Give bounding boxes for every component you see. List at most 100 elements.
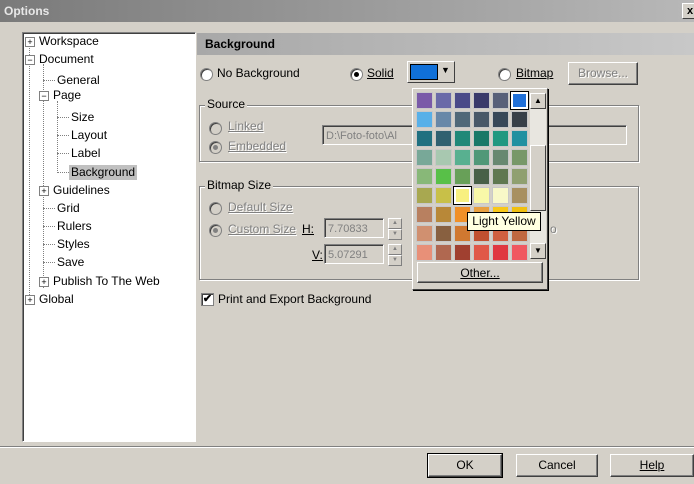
other-color-button[interactable]: Other... [417,262,543,283]
color-swatch[interactable] [511,187,528,204]
tree-item-save[interactable]: Save [57,255,84,270]
palette-scrollbar[interactable]: ▲ ▼ [530,93,546,259]
color-swatch[interactable] [473,244,490,261]
color-swatch[interactable] [511,244,528,261]
tree-item-rulers[interactable]: Rulers [57,219,92,234]
collapse-icon[interactable]: − [39,91,49,101]
color-swatch[interactable] [511,168,528,185]
no-background-radio[interactable] [200,68,213,81]
no-background-label[interactable]: No Background [217,66,300,80]
color-swatch[interactable] [510,91,529,110]
tree-item-background[interactable]: Background [69,165,138,180]
default-size-label[interactable]: Default Size [228,200,293,214]
color-swatch[interactable] [435,187,452,204]
ok-button[interactable]: OK [427,453,503,478]
color-swatch[interactable] [435,225,452,242]
scroll-thumb[interactable] [530,145,546,211]
tree-item-styles[interactable]: Styles [57,237,90,252]
color-swatch[interactable] [454,130,471,147]
embedded-radio[interactable] [209,141,222,154]
tree-item-size[interactable]: Size [71,110,94,125]
color-swatch[interactable] [473,111,490,128]
browse-button[interactable]: Browse... [568,62,638,85]
color-swatch[interactable] [416,187,433,204]
linked-radio[interactable] [209,122,222,135]
color-swatch[interactable] [454,111,471,128]
tree-item-label[interactable]: Label [71,146,100,161]
help-button[interactable]: Help [610,454,694,477]
color-swatch[interactable] [492,111,509,128]
color-swatch[interactable] [435,206,452,223]
color-swatch[interactable] [492,187,509,204]
color-swatch[interactable] [416,111,433,128]
color-swatch[interactable] [435,149,452,166]
tree-item-workspace[interactable]: Workspace [39,34,99,49]
solid-label[interactable]: Solid [367,66,394,80]
height-spinner[interactable]: ▲ ▼ [388,218,402,240]
color-swatch[interactable] [416,225,433,242]
color-swatch[interactable] [473,92,490,109]
color-swatch[interactable] [511,130,528,147]
color-swatch[interactable] [416,92,433,109]
cancel-button[interactable]: Cancel [516,454,598,477]
expand-icon[interactable]: + [39,277,49,287]
color-swatch[interactable] [435,168,452,185]
color-swatch[interactable] [473,149,490,166]
tree-item-page[interactable]: Page [53,88,81,103]
color-swatch[interactable] [473,168,490,185]
solid-radio[interactable] [350,68,363,81]
expand-icon[interactable]: + [25,295,35,305]
color-swatch[interactable] [416,149,433,166]
color-swatch[interactable] [473,187,490,204]
tree-item-document[interactable]: Document [39,52,94,67]
color-swatch[interactable] [454,149,471,166]
bitmap-label[interactable]: Bitmap [516,66,553,80]
color-palette-popup[interactable]: ▲ ▼ Other... [412,88,548,290]
color-swatch[interactable] [454,92,471,109]
height-field[interactable]: 7.70833 [324,218,384,238]
color-swatch[interactable] [454,244,471,261]
color-swatch[interactable] [416,168,433,185]
color-swatch[interactable] [492,149,509,166]
color-swatch[interactable] [492,244,509,261]
color-swatch[interactable] [435,111,452,128]
width-spinner[interactable]: ▲ ▼ [388,244,402,266]
color-swatch[interactable] [492,92,509,109]
color-swatch[interactable] [416,206,433,223]
tree-item-layout[interactable]: Layout [71,128,107,143]
color-swatch[interactable] [416,244,433,261]
collapse-icon[interactable]: − [25,55,35,65]
expand-icon[interactable]: + [39,186,49,196]
color-swatch[interactable] [416,130,433,147]
linked-label[interactable]: Linked [228,119,263,133]
color-swatch[interactable] [453,186,472,205]
custom-size-label[interactable]: Custom Size [228,222,296,236]
color-swatch[interactable] [511,149,528,166]
bitmap-radio[interactable] [498,68,511,81]
print-export-label[interactable]: Print and Export Background [218,292,371,306]
embedded-label[interactable]: Embedded [228,139,286,153]
default-size-radio[interactable] [209,202,222,215]
options-tree[interactable]: + Workspace − Document General − Page Si… [22,32,196,442]
color-swatch[interactable] [473,130,490,147]
color-swatch[interactable] [492,168,509,185]
color-swatch[interactable] [454,168,471,185]
color-swatch[interactable] [435,92,452,109]
expand-icon[interactable]: + [25,37,35,47]
scroll-down-icon[interactable]: ▼ [530,243,546,259]
tree-item-grid[interactable]: Grid [57,201,80,216]
close-icon[interactable]: x [682,3,694,19]
tree-item-general[interactable]: General [57,73,100,88]
color-swatch[interactable] [492,130,509,147]
source-path-field[interactable]: D:\Foto-foto\Al [322,125,422,145]
custom-size-radio[interactable] [209,224,222,237]
width-field[interactable]: 5.07291 [324,244,384,264]
color-picker-button[interactable]: ▼ [407,61,455,83]
print-export-checkbox[interactable]: ✔ [201,293,214,306]
color-swatch[interactable] [435,130,452,147]
color-swatch[interactable] [511,111,528,128]
source-path-field-end[interactable] [540,125,627,145]
tree-item-publish[interactable]: Publish To The Web [53,274,160,289]
tree-item-global[interactable]: Global [39,292,74,307]
tree-item-guidelines[interactable]: Guidelines [53,183,110,198]
